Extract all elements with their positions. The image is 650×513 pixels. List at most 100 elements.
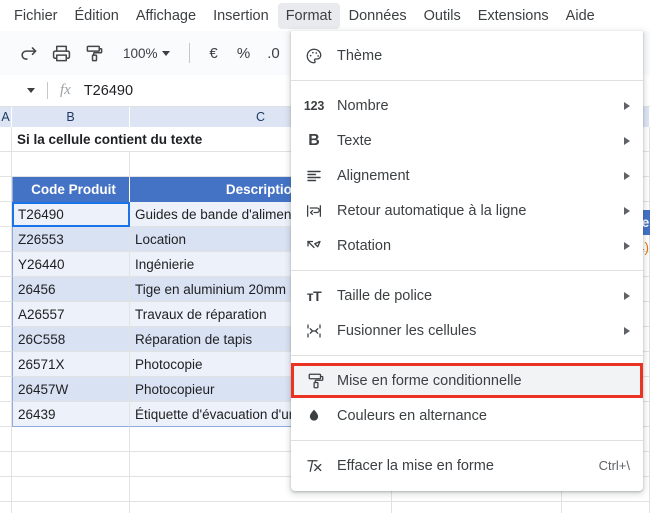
redo-icon[interactable] bbox=[14, 39, 42, 67]
cell-empty-0[interactable] bbox=[0, 452, 12, 477]
cell-empty-1[interactable] bbox=[12, 502, 130, 513]
print-icon[interactable] bbox=[47, 39, 75, 67]
bold-b-icon: B bbox=[308, 131, 320, 149]
column-header-b[interactable]: B bbox=[12, 107, 130, 127]
product-code-cell[interactable]: T26490 bbox=[12, 202, 130, 227]
cell-a-data[interactable] bbox=[0, 202, 12, 227]
menu-option-label: Rotation bbox=[337, 237, 392, 254]
cell-a-data[interactable] bbox=[0, 327, 12, 352]
conditional-format-icon bbox=[294, 372, 337, 390]
menu-option-texte[interactable]: B Texte bbox=[291, 123, 643, 158]
cell-empty-2[interactable] bbox=[130, 502, 392, 513]
product-code-cell[interactable]: 26457W bbox=[12, 377, 130, 402]
cell-a-header[interactable] bbox=[0, 177, 12, 202]
menu-option-retour-automatique-la-ligne[interactable]: Retour automatique à la ligne bbox=[291, 193, 643, 228]
menu-option-fusionner-les-cellules[interactable]: Fusionner les cellules bbox=[291, 313, 643, 348]
menu-option-label: Couleurs en alternance bbox=[337, 407, 487, 424]
product-code-cell[interactable]: Z26553 bbox=[12, 227, 130, 252]
menu-option-label: Retour automatique à la ligne bbox=[337, 202, 527, 219]
cell-a-data[interactable] bbox=[0, 402, 12, 427]
cell-empty-3[interactable] bbox=[392, 502, 562, 513]
submenu-arrow-icon bbox=[624, 206, 630, 215]
product-code-cell[interactable]: Y26440 bbox=[12, 252, 130, 277]
menu-separator bbox=[291, 355, 643, 356]
cell-empty-1[interactable] bbox=[12, 452, 130, 477]
zoom-control[interactable]: 100% bbox=[117, 43, 176, 64]
chevron-down-icon bbox=[161, 50, 170, 56]
menu-option-label: Fusionner les cellules bbox=[337, 322, 477, 339]
zoom-value: 100% bbox=[123, 45, 158, 61]
submenu-arrow-icon bbox=[624, 101, 630, 110]
cell-empty-1[interactable] bbox=[12, 427, 130, 452]
palette-icon bbox=[291, 47, 337, 65]
menu-item-donnes[interactable]: Données bbox=[341, 3, 415, 29]
cell-blank-1[interactable] bbox=[12, 152, 130, 177]
decrease-decimal-button[interactable]: .0 bbox=[259, 45, 289, 62]
menu-item-aide[interactable]: Aide bbox=[558, 3, 603, 29]
menu-item-dition[interactable]: Édition bbox=[67, 3, 127, 29]
percent-format-button[interactable]: % bbox=[229, 45, 259, 62]
alternating-colors-icon bbox=[291, 407, 337, 425]
menu-option-couleurs-en-alternance[interactable]: Couleurs en alternance bbox=[291, 398, 643, 433]
formula-bar-divider bbox=[47, 82, 48, 99]
text-wrap-icon bbox=[291, 202, 337, 220]
menu-option-nombre[interactable]: 123 Nombre bbox=[291, 88, 643, 123]
font-size-icon: тT bbox=[306, 287, 322, 304]
menu-option-rotation[interactable]: Rotation bbox=[291, 228, 643, 263]
spreadsheet-app: Fichier Édition Affichage Insertion Format Do… bbox=[0, 0, 650, 513]
submenu-arrow-icon bbox=[624, 171, 630, 180]
product-code-cell[interactable]: A26557 bbox=[12, 302, 130, 327]
column-header-a[interactable]: A bbox=[0, 107, 12, 127]
cell-a-data[interactable] bbox=[0, 352, 12, 377]
formula-input[interactable]: T26490 bbox=[84, 83, 133, 99]
currency-format-button[interactable]: € bbox=[199, 45, 229, 62]
menu-item-outils[interactable]: Outils bbox=[416, 3, 469, 29]
menu-option-effacer-la-mise-en-forme[interactable]: Effacer la mise en forme Ctrl+\ bbox=[291, 448, 643, 483]
menu-item-extensions[interactable]: Extensions bbox=[470, 3, 557, 29]
submenu-arrow-icon bbox=[624, 136, 630, 145]
cell-blank-0[interactable] bbox=[0, 152, 12, 177]
menu-option-label: Taille de police bbox=[337, 287, 433, 304]
menu-option-taille-de-police[interactable]: тT Taille de police bbox=[291, 278, 643, 313]
cell-empty-0[interactable] bbox=[0, 502, 12, 513]
submenu-arrow-icon bbox=[624, 241, 630, 250]
menu-item-affichage[interactable]: Affichage bbox=[128, 3, 204, 29]
menu-bar: Fichier Édition Affichage Insertion Format Do… bbox=[0, 0, 650, 31]
menu-separator bbox=[291, 80, 643, 81]
product-code-cell[interactable]: 26439 bbox=[12, 402, 130, 427]
cell-empty-1[interactable] bbox=[12, 477, 130, 502]
product-code-cell[interactable]: 26571X bbox=[12, 352, 130, 377]
table-header-cell[interactable]: Code Produit bbox=[12, 177, 130, 202]
menu-option-label: Effacer la mise en forme bbox=[337, 457, 494, 474]
menu-separator bbox=[291, 440, 643, 441]
cell-a-data[interactable] bbox=[0, 302, 12, 327]
fx-icon: fx bbox=[60, 82, 71, 98]
cell-a-data[interactable] bbox=[0, 252, 12, 277]
product-code-cell[interactable]: 26C558 bbox=[12, 327, 130, 352]
grid-row bbox=[0, 502, 650, 513]
menu-option-label: Mise en forme conditionnelle bbox=[337, 372, 522, 389]
submenu-arrow-icon bbox=[624, 326, 630, 335]
cell-a-data[interactable] bbox=[0, 277, 12, 302]
menu-option-alignement[interactable]: Alignement bbox=[291, 158, 643, 193]
cell-a-data[interactable] bbox=[0, 377, 12, 402]
menu-option-label: Nombre bbox=[337, 97, 389, 114]
menu-item-fichier[interactable]: Fichier bbox=[6, 3, 66, 29]
menu-item-insertion[interactable]: Insertion bbox=[205, 3, 277, 29]
menu-item-format[interactable]: Format bbox=[277, 2, 340, 29]
text-rotation-icon bbox=[291, 237, 337, 255]
menu-option-label: Thème bbox=[337, 47, 383, 64]
cell-a-note[interactable] bbox=[0, 127, 12, 152]
product-code-cell[interactable]: 26456 bbox=[12, 277, 130, 302]
submenu-arrow-icon bbox=[624, 291, 630, 300]
menu-option-mise-en-forme-conditionnelle[interactable]: Mise en forme conditionnelle bbox=[291, 363, 643, 398]
menu-option-th-me[interactable]: Thème bbox=[291, 38, 643, 73]
cell-empty-0[interactable] bbox=[0, 427, 12, 452]
name-box-chevron-down-icon[interactable] bbox=[27, 88, 35, 93]
cell-a-data[interactable] bbox=[0, 227, 12, 252]
cell-empty-0[interactable] bbox=[0, 477, 12, 502]
toolbar-divider bbox=[188, 43, 190, 63]
format-dropdown-menu: Thème 123 Nombre B Texte Alignement Retour aut… bbox=[291, 31, 643, 491]
paint-format-icon[interactable] bbox=[80, 39, 108, 67]
merge-cells-icon bbox=[291, 322, 337, 340]
